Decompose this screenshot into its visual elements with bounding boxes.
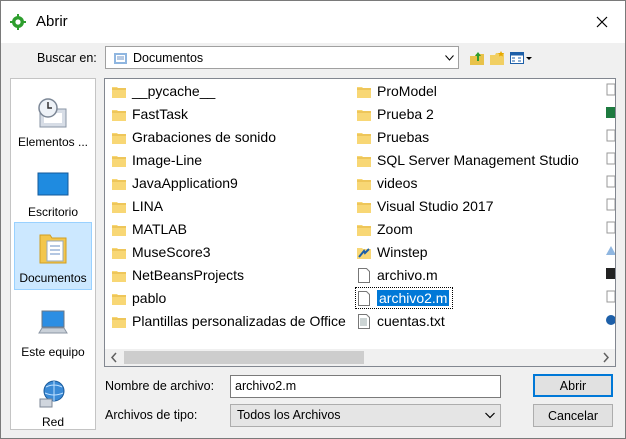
place-label: Elementos ... (17, 135, 89, 149)
scroll-right-icon[interactable] (601, 351, 611, 364)
scroll-left-icon[interactable] (109, 351, 119, 364)
list-item[interactable]: archivo.m (356, 265, 441, 285)
file-icon (356, 290, 372, 306)
folder-icon (111, 244, 127, 260)
scrollbar-thumb[interactable] (124, 351, 364, 364)
open-button[interactable]: Abrir (533, 374, 613, 397)
place-label: Este equipo (21, 345, 85, 359)
list-item[interactable]: pablo (111, 288, 169, 308)
app-gear-icon (10, 14, 26, 30)
chevron-down-icon (440, 47, 458, 68)
list-item[interactable]: JavaApplication9 (111, 173, 241, 193)
up-folder-icon (470, 52, 484, 65)
list-item[interactable]: Grabaciones de sonido (111, 127, 279, 147)
recent-items-icon (38, 98, 67, 128)
filename-label: Nombre de archivo: (105, 379, 215, 393)
folder-icon (356, 106, 372, 122)
lookin-value: Documentos (133, 50, 204, 65)
open-dialog: Abrir Buscar en: Documentos Elementos ..… (0, 0, 626, 439)
folder-icon (356, 83, 372, 99)
filetype-value: Todos los Archivos (237, 408, 341, 422)
horizontal-scrollbar[interactable] (105, 349, 615, 366)
list-item[interactable]: Visual Studio 2017 (356, 196, 497, 216)
folder-icon (111, 83, 127, 99)
place-network[interactable]: Red (14, 367, 92, 431)
places-bar: Elementos ... Escritorio Documentos Este… (10, 78, 96, 430)
folder-icon (356, 221, 372, 237)
folder-icon (111, 290, 127, 306)
list-item[interactable]: FastTask (111, 104, 191, 124)
list-item[interactable]: SQL Server Management Studio (356, 150, 582, 170)
computer-icon (38, 310, 68, 334)
view-menu-button[interactable] (508, 48, 534, 68)
place-label: Escritorio (27, 205, 78, 219)
folder-icon (111, 313, 127, 329)
cancel-button[interactable]: Cancelar (533, 404, 613, 427)
folder-icon (356, 175, 372, 191)
folder-icon (111, 267, 127, 283)
lookin-label: Buscar en: (37, 51, 97, 65)
list-item-selected[interactable]: archivo2.m (354, 287, 454, 309)
folder-icon (111, 221, 127, 237)
documents-folder-icon (114, 52, 127, 64)
filename-field[interactable]: archivo2.m (230, 375, 501, 398)
filetype-label: Archivos de tipo: (105, 408, 198, 422)
place-recent-items[interactable]: Elementos ... (14, 87, 92, 151)
place-label: Documentos (19, 271, 87, 285)
list-item[interactable]: __pycache__ (111, 81, 218, 101)
list-item[interactable]: Zoom (356, 219, 416, 239)
list-item[interactable]: cuentas.txt (356, 311, 448, 331)
list-item[interactable]: Winstep (356, 242, 431, 262)
folder-icon (111, 175, 127, 191)
filetype-dropdown[interactable]: Todos los Archivos (230, 404, 501, 427)
folder-icon (356, 152, 372, 168)
title-bar: Abrir (1, 1, 625, 43)
network-icon (39, 380, 65, 408)
lookin-dropdown[interactable]: Documentos (105, 46, 459, 69)
list-item[interactable]: LINA (111, 196, 166, 216)
place-label: Red (41, 415, 64, 429)
file-icon (356, 267, 372, 283)
list-item[interactable]: Image-Line (111, 150, 205, 170)
desktop-icon (37, 172, 69, 196)
folder-icon (111, 106, 127, 122)
close-icon (596, 16, 608, 28)
up-folder-button[interactable] (468, 48, 486, 68)
new-folder-icon (490, 51, 504, 65)
list-item[interactable]: Plantillas personalizadas de Office (111, 311, 349, 331)
documents-icon (39, 234, 67, 264)
special-folder-icon (356, 244, 372, 260)
list-item[interactable]: videos (356, 173, 420, 193)
list-item[interactable]: MATLAB (111, 219, 190, 239)
place-this-pc[interactable]: Este equipo (14, 297, 92, 361)
chevron-down-icon (485, 412, 495, 419)
window-title: Abrir (36, 13, 68, 30)
folder-icon (356, 198, 372, 214)
new-folder-button[interactable] (488, 48, 506, 68)
list-item[interactable]: Prueba 2 (356, 104, 437, 124)
place-desktop[interactable]: Escritorio (14, 157, 92, 221)
file-list[interactable]: __pycache__ FastTask Grabaciones de soni… (104, 78, 616, 367)
folder-icon (111, 198, 127, 214)
folder-icon (111, 152, 127, 168)
list-item[interactable]: Pruebas (356, 127, 432, 147)
list-item[interactable]: MuseScore3 (111, 242, 214, 262)
folder-icon (356, 129, 372, 145)
list-item[interactable]: NetBeansProjects (111, 265, 247, 285)
folder-icon (111, 129, 127, 145)
place-documents[interactable]: Documentos (14, 222, 92, 290)
close-button[interactable] (589, 9, 615, 35)
clipped-column-icons (606, 83, 615, 325)
view-menu-icon (510, 52, 532, 64)
text-file-icon (356, 313, 372, 329)
list-item[interactable]: ProModel (356, 81, 440, 101)
